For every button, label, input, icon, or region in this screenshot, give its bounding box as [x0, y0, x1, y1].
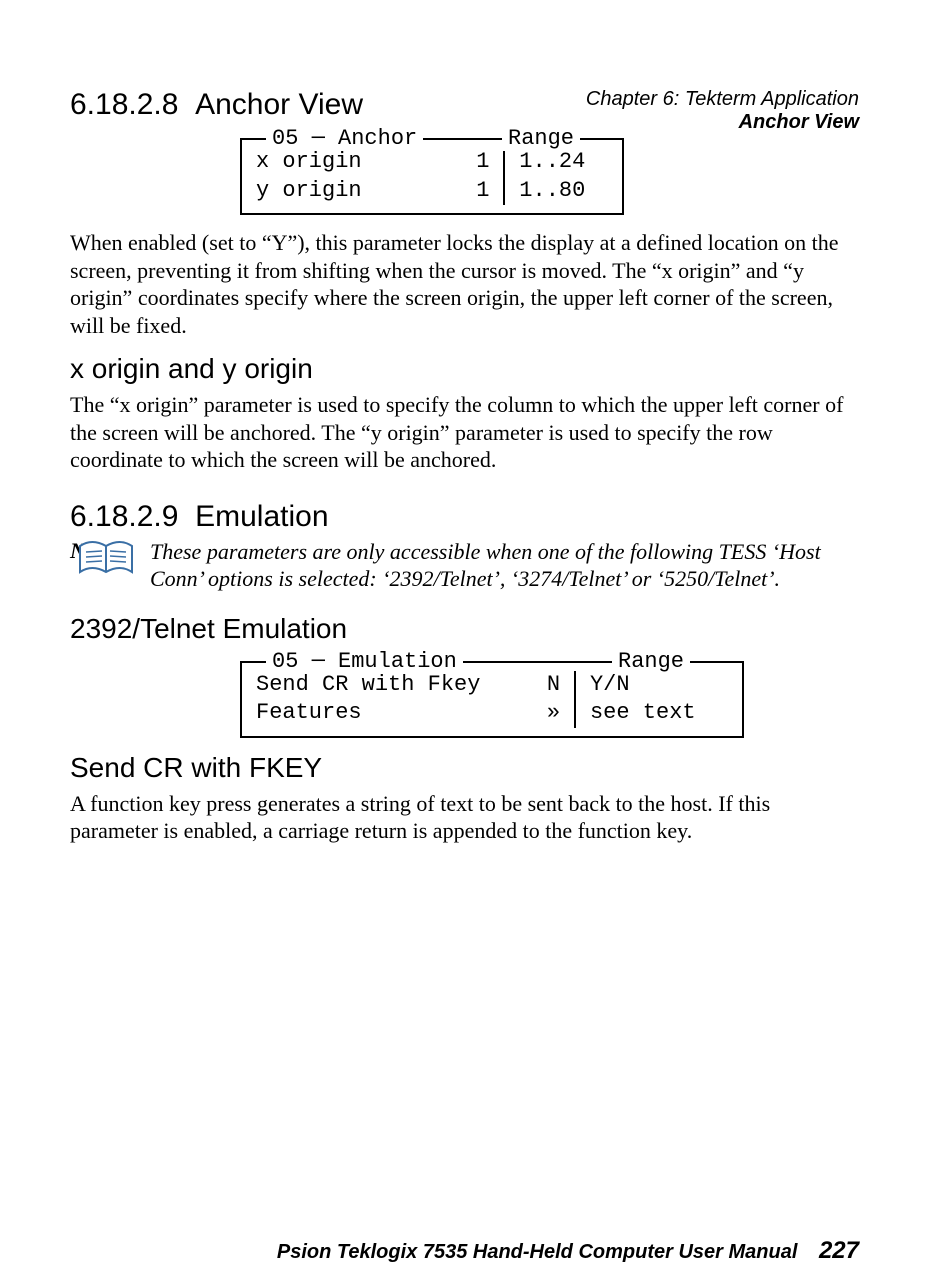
- box-legend-right: Range: [612, 649, 690, 674]
- table-row: y origin 1 1..80: [242, 177, 622, 206]
- section-heading-emulation: 6.18.2.9 Emulation: [70, 500, 859, 534]
- param-range: see text: [576, 699, 742, 728]
- section-title: Anchor View: [195, 88, 363, 121]
- running-header-line1: Chapter 6: Tekterm Application: [586, 88, 859, 111]
- subheading-send-cr: Send CR with FKEY: [70, 752, 859, 784]
- table-row: Features » see text: [242, 699, 742, 728]
- footer-title: Psion Teklogix 7535 Hand-Held Computer U…: [277, 1241, 798, 1263]
- table-row: x origin 1 1..24: [242, 148, 622, 177]
- param-name: Send CR with Fkey: [242, 671, 513, 700]
- box-legend-left: 05 ─ Anchor: [266, 126, 423, 151]
- emulation-settings-box: 05 ─ Emulation Range Send CR with Fkey N…: [240, 661, 744, 738]
- box-legend-right: Range: [502, 126, 580, 151]
- section-title: Emulation: [195, 500, 328, 533]
- note-book-icon: [78, 538, 134, 578]
- subheading-2392-telnet: 2392/Telnet Emulation: [70, 613, 859, 645]
- section-number: 6.18.2.9: [70, 500, 178, 533]
- page-footer: Psion Teklogix 7535 Hand-Held Computer U…: [277, 1237, 859, 1265]
- running-header-line2: Anchor View: [586, 111, 859, 134]
- page-number: 227: [819, 1237, 859, 1264]
- param-range: 1..80: [505, 177, 622, 206]
- param-name: y origin: [242, 177, 433, 206]
- paragraph: The “x origin” parameter is used to spec…: [70, 391, 859, 474]
- param-range: Y/N: [576, 671, 742, 700]
- page: Chapter 6: Tekterm Application Anchor Vi…: [0, 88, 929, 1285]
- paragraph: When enabled (set to “Y”), this paramete…: [70, 229, 859, 339]
- param-value: N: [513, 671, 575, 700]
- box-legend-left: 05 ─ Emulation: [266, 649, 463, 674]
- note-block: Note: These parameters are only accessib…: [70, 538, 859, 593]
- note-text: These parameters are only accessible whe…: [150, 538, 859, 593]
- param-value: »: [513, 699, 575, 728]
- paragraph: A function key press generates a string …: [70, 790, 859, 845]
- section-number: 6.18.2.8: [70, 88, 178, 121]
- param-value: 1: [433, 148, 503, 177]
- param-name: Features: [242, 699, 513, 728]
- param-name: x origin: [242, 148, 433, 177]
- subheading-x-y-origin: x origin and y origin: [70, 353, 859, 385]
- anchor-settings-box: 05 ─ Anchor Range x origin 1 1..24 y ori…: [240, 138, 624, 215]
- running-header: Chapter 6: Tekterm Application Anchor Vi…: [586, 88, 859, 134]
- table-row: Send CR with Fkey N Y/N: [242, 671, 742, 700]
- param-value: 1: [433, 177, 503, 206]
- param-range: 1..24: [505, 148, 622, 177]
